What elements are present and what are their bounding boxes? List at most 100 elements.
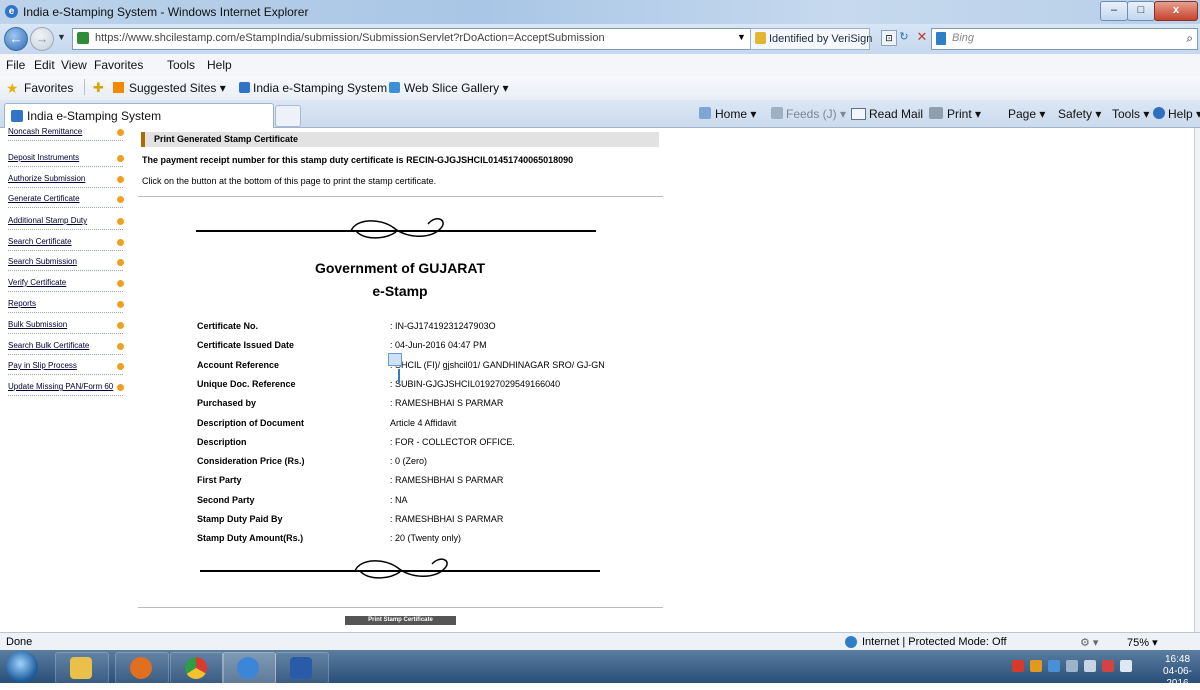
toolbar-separator bbox=[84, 79, 85, 95]
payment-receipt-line: The payment receipt number for this stam… bbox=[142, 155, 574, 165]
certificate-field-value: : 04-Jun-2016 04:47 PM bbox=[390, 340, 487, 350]
print-button[interactable]: Print ▾ bbox=[947, 107, 981, 121]
windows-taskbar: 16:48 04-06-2016 bbox=[0, 650, 1200, 689]
sidebar-item[interactable]: Noncash Remittance bbox=[8, 128, 82, 136]
sidebar-item[interactable]: Search Certificate bbox=[8, 237, 72, 246]
tray-network-icon[interactable] bbox=[1084, 660, 1096, 672]
address-url[interactable]: https://www.shcilestamp.com/eStampIndia/… bbox=[95, 32, 605, 44]
sidebar-item[interactable]: Generate Certificate bbox=[8, 194, 80, 203]
menu-view[interactable]: View bbox=[61, 58, 87, 72]
sidebar-divider bbox=[8, 207, 123, 208]
address-toolbar: ← → ▼ https://www.shcilestamp.com/eStamp… bbox=[0, 24, 1200, 54]
search-placeholder[interactable]: Bing bbox=[952, 32, 974, 44]
favorites-bar: ★ Favorites ✚ Suggested Sites ▾ India e-… bbox=[0, 76, 1200, 101]
certificate-field-value: : RAMESHBHAI S PARMAR bbox=[390, 475, 504, 485]
forward-button[interactable]: → bbox=[30, 27, 54, 51]
estamp-favicon-icon bbox=[239, 82, 250, 93]
sidebar-item[interactable]: Authorize Submission bbox=[8, 174, 85, 183]
close-button[interactable]: x bbox=[1154, 1, 1198, 21]
compatibility-view-icon[interactable]: ⊡ bbox=[881, 30, 897, 46]
back-button[interactable]: ← bbox=[4, 27, 28, 51]
certificate-field-label: Description bbox=[197, 437, 247, 447]
internet-explorer-icon: e bbox=[5, 5, 18, 18]
sidebar-item[interactable]: Search Submission bbox=[8, 257, 77, 266]
clock-date: 04-06-2016 bbox=[1163, 666, 1192, 689]
sidebar-divider bbox=[8, 229, 123, 230]
taskbar-word[interactable] bbox=[275, 652, 329, 684]
search-icon[interactable]: ⌕ bbox=[1186, 31, 1193, 46]
clock-time: 16:48 bbox=[1164, 654, 1191, 665]
stop-icon[interactable]: ✕ bbox=[914, 29, 930, 45]
menu-file[interactable]: File bbox=[6, 58, 25, 72]
tray-flag-icon[interactable] bbox=[1102, 660, 1114, 672]
web-slice-gallery-link[interactable]: Web Slice Gallery ▾ bbox=[404, 81, 509, 95]
new-tab-button[interactable] bbox=[275, 105, 301, 127]
addon-status-button[interactable]: ⚙ ▾ bbox=[1080, 636, 1098, 649]
certificate-field-label: Certificate No. bbox=[197, 321, 259, 331]
sidebar-item[interactable]: Reports bbox=[8, 299, 36, 308]
add-favorite-icon[interactable]: ✚ bbox=[93, 80, 104, 96]
status-bar: Done Internet | Protected Mode: Off ⚙ ▾ … bbox=[0, 632, 1200, 651]
ornament-top-icon bbox=[196, 218, 596, 239]
page-menu-button[interactable]: Page ▾ bbox=[1008, 107, 1045, 121]
menu-favorites[interactable]: Favorites bbox=[94, 58, 143, 72]
safety-menu-button[interactable]: Safety ▾ bbox=[1058, 107, 1101, 121]
refresh-icon[interactable]: ↻ bbox=[897, 30, 911, 44]
taskbar-explorer[interactable] bbox=[55, 652, 109, 684]
maximize-button[interactable]: □ bbox=[1127, 1, 1155, 21]
help-menu-button[interactable]: Help ▾ bbox=[1168, 107, 1200, 121]
system-clock[interactable]: 16:48 04-06-2016 bbox=[1155, 654, 1200, 690]
menu-help[interactable]: Help bbox=[207, 58, 232, 72]
firefox-icon bbox=[130, 657, 152, 679]
sidebar-arrow-icon bbox=[117, 218, 124, 225]
vertical-scrollbar[interactable] bbox=[1194, 128, 1200, 632]
tab-active[interactable]: India e-Stamping System bbox=[4, 103, 274, 128]
recent-pages-dropdown[interactable]: ▼ bbox=[57, 32, 66, 42]
tools-menu-button[interactable]: Tools ▾ bbox=[1112, 107, 1149, 121]
sidebar-arrow-icon bbox=[117, 301, 124, 308]
home-button[interactable]: Home ▾ bbox=[715, 107, 756, 121]
sidebar-item[interactable]: Additional Stamp Duty bbox=[8, 216, 87, 225]
taskbar-firefox[interactable] bbox=[115, 652, 169, 684]
sidebar-divider bbox=[8, 374, 123, 375]
certificate-field-value: : RAMESHBHAI S PARMAR bbox=[390, 398, 504, 408]
taskbar-internet-explorer[interactable] bbox=[222, 652, 276, 684]
menu-edit[interactable]: Edit bbox=[34, 58, 55, 72]
tray-device-icon[interactable] bbox=[1066, 660, 1078, 672]
zoom-level-button[interactable]: 75% ▾ bbox=[1127, 636, 1158, 649]
sidebar-item[interactable]: Pay in Slip Process bbox=[8, 361, 77, 370]
start-button[interactable] bbox=[6, 651, 38, 683]
address-bar[interactable]: https://www.shcilestamp.com/eStampIndia/… bbox=[72, 28, 849, 50]
divider-bottom bbox=[138, 607, 663, 608]
security-identity-badge[interactable]: Identified by VeriSign bbox=[750, 28, 872, 50]
sidebar-item[interactable]: Bulk Submission bbox=[8, 320, 67, 329]
help-icon bbox=[1153, 107, 1165, 119]
taskbar-chrome[interactable] bbox=[170, 652, 224, 684]
tray-app-icon[interactable] bbox=[1030, 660, 1042, 672]
sidebar-item[interactable]: Search Bulk Certificate bbox=[8, 341, 89, 350]
sidebar-divider bbox=[8, 333, 123, 334]
minimize-button[interactable]: – bbox=[1100, 1, 1128, 21]
print-stamp-certificate-button[interactable]: Print Stamp Certificate bbox=[345, 616, 456, 625]
address-dropdown-icon[interactable]: ▼ bbox=[737, 32, 746, 42]
suggested-sites-link[interactable]: Suggested Sites ▾ bbox=[129, 81, 226, 95]
sidebar-item[interactable]: Update Missing PAN/Form 60 bbox=[8, 382, 113, 391]
feeds-button[interactable]: Feeds (J) ▾ bbox=[786, 107, 846, 121]
estamp-favorite-link[interactable]: India e-Stamping System bbox=[253, 81, 387, 95]
tray-volume-icon[interactable] bbox=[1120, 660, 1132, 672]
search-box[interactable]: Bing ⌕ bbox=[931, 28, 1198, 50]
home-icon[interactable] bbox=[699, 107, 711, 119]
sidebar-arrow-icon bbox=[117, 363, 124, 370]
web-slice-icon bbox=[389, 82, 400, 93]
read-mail-button[interactable]: Read Mail bbox=[869, 107, 923, 121]
status-text: Done bbox=[6, 636, 33, 648]
bing-icon bbox=[936, 32, 946, 45]
favorites-button[interactable]: Favorites bbox=[24, 81, 73, 95]
favorites-star-icon[interactable]: ★ bbox=[6, 80, 19, 97]
menu-tools[interactable]: Tools bbox=[167, 58, 195, 72]
sidebar-item[interactable]: Deposit Instruments bbox=[8, 153, 79, 162]
tray-language-icon[interactable] bbox=[1048, 660, 1060, 672]
sidebar-item[interactable]: Verify Certificate bbox=[8, 278, 66, 287]
certificate-field-value: : 0 (Zero) bbox=[390, 456, 428, 466]
tray-antivirus-icon[interactable] bbox=[1012, 660, 1024, 672]
